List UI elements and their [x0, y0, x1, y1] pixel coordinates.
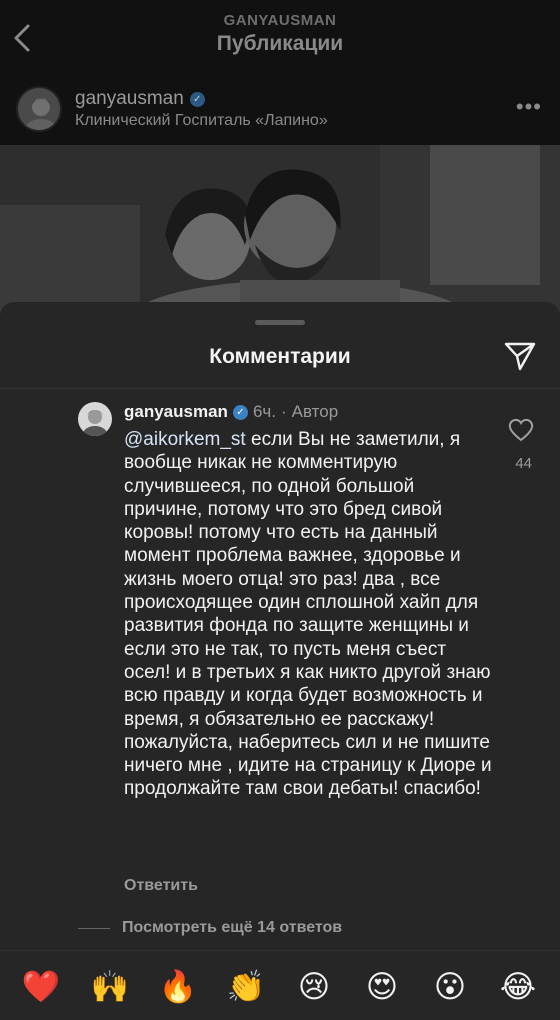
comment-time: 6ч. — [252, 402, 276, 421]
comments-sheet: Комментарии ganyausman ✓ 6ч. · Автор @ai… — [0, 302, 560, 1020]
sheet-title: Комментарии — [209, 345, 351, 368]
verified-badge-icon: ✓ — [189, 91, 205, 107]
comment-avatar[interactable] — [78, 402, 112, 436]
post-username[interactable]: ganyausman — [75, 88, 184, 110]
emoji-fire-button[interactable]: 🔥 — [154, 963, 202, 1011]
comment-text: @aikorkem_st если Вы не заметили, я вооб… — [124, 428, 494, 801]
reply-button[interactable]: Ответить — [124, 877, 198, 895]
post-username-row[interactable]: ganyausman ✓ — [75, 88, 205, 110]
emoji-surprised-button[interactable]: 😮 — [426, 963, 474, 1011]
emoji-laughing-button[interactable]: 😂 — [494, 963, 542, 1011]
author-badge: Автор — [291, 402, 339, 421]
comment-username[interactable]: ganyausman — [124, 402, 228, 422]
sheet-grabber-handle[interactable] — [255, 320, 305, 325]
share-button[interactable] — [502, 338, 538, 374]
comment-meta: ganyausman ✓ 6ч. · Автор — [124, 402, 338, 422]
nav-subtitle: GANYAUSMAN — [223, 12, 337, 29]
emoji-reaction-bar: ❤️ 🙌 🔥 👏 😢 😍 😮 😂 — [0, 950, 560, 1020]
comment-body: если Вы не заметили, я вообще никак не к… — [124, 429, 492, 800]
top-navigation: GANYAUSMAN Публикации — [0, 0, 560, 80]
view-replies-button[interactable]: Посмотреть ещё 14 ответов — [78, 919, 342, 937]
paper-plane-icon — [504, 342, 536, 371]
emoji-raised-hands-button[interactable]: 🙌 — [86, 963, 134, 1011]
post-avatar[interactable] — [16, 86, 62, 132]
like-count: 44 — [515, 455, 532, 472]
replies-line — [78, 927, 110, 929]
page-title: Публикации — [216, 32, 344, 55]
more-options-button[interactable]: ••• — [516, 94, 542, 120]
emoji-heart-eyes-button[interactable]: 😍 — [358, 963, 406, 1011]
post-header: ganyausman ✓ Клинический Госпиталь «Лапи… — [0, 82, 560, 142]
avatar-portrait-icon — [78, 402, 112, 436]
emoji-heart-button[interactable]: ❤️ — [17, 963, 65, 1011]
post-location[interactable]: Клинический Госпиталь «Лапино» — [75, 112, 328, 130]
avatar-portrait-icon — [18, 88, 60, 130]
like-button[interactable] — [508, 418, 534, 442]
meta-separator: · — [280, 402, 287, 421]
verified-badge-icon: ✓ — [232, 404, 248, 420]
heart-icon — [508, 418, 534, 442]
comment-mention[interactable]: @aikorkem_st — [124, 429, 246, 450]
emoji-crying-button[interactable]: 😢 — [290, 963, 338, 1011]
emoji-clapping-button[interactable]: 👏 — [222, 963, 270, 1011]
view-replies-label[interactable]: Посмотреть ещё 14 ответов — [122, 919, 342, 937]
sheet-divider — [0, 388, 560, 389]
